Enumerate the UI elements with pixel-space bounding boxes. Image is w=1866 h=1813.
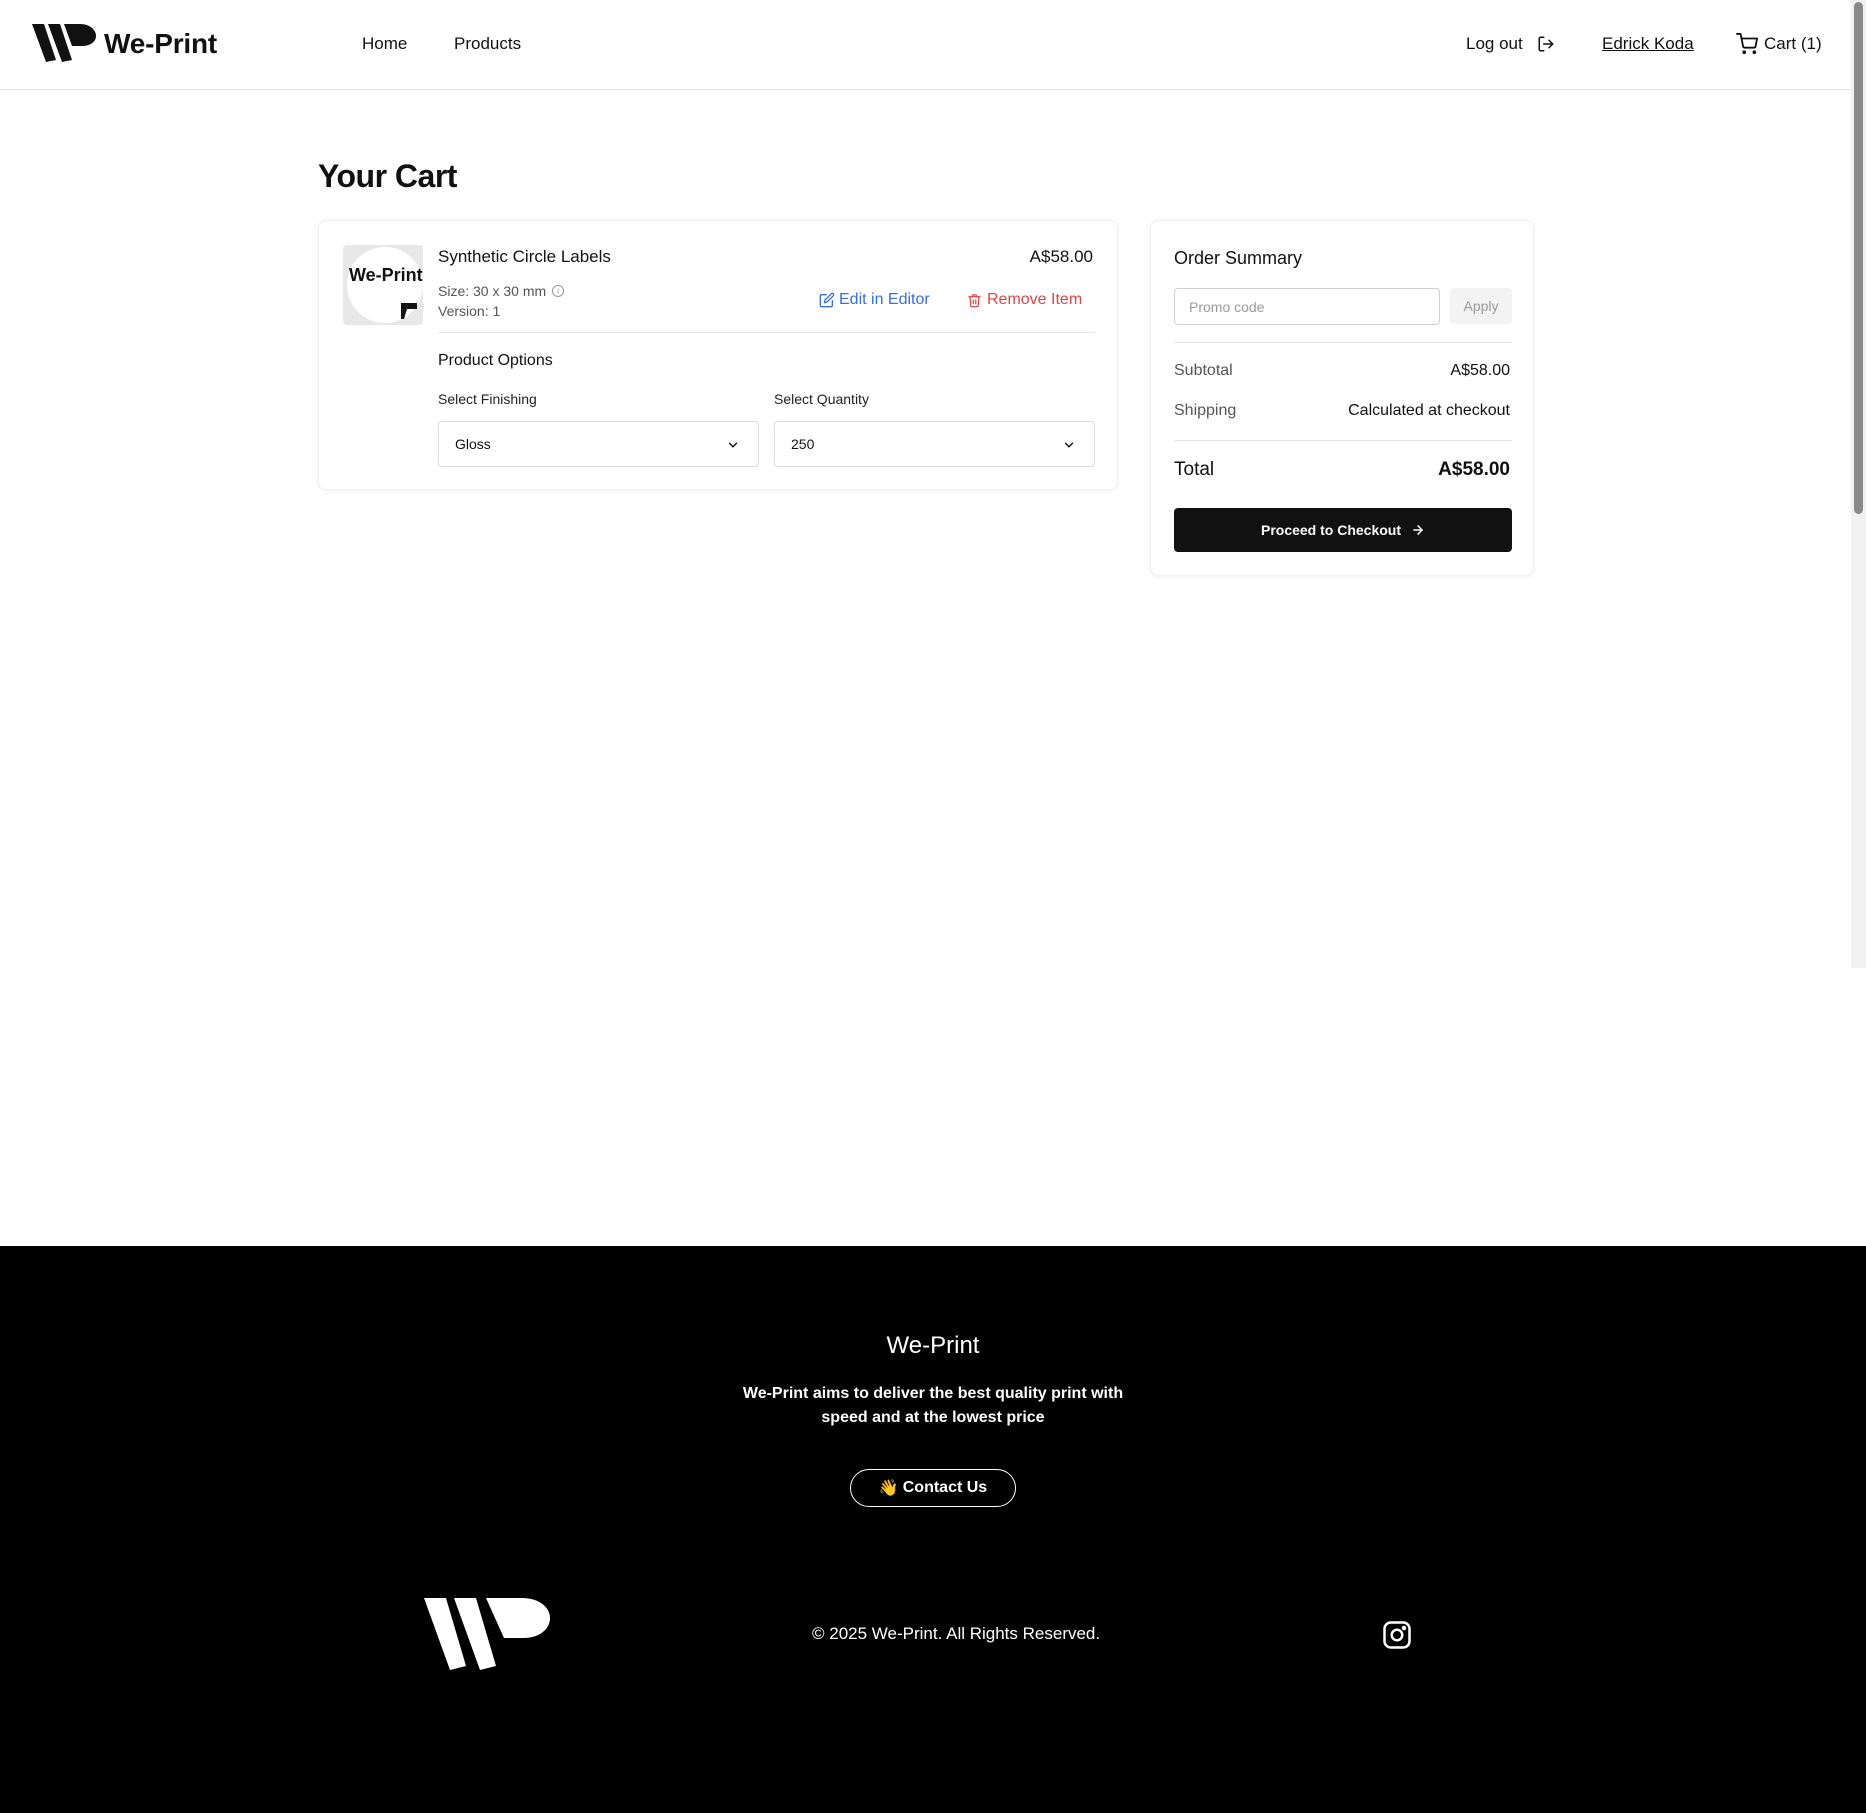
site-header: We-Print Home Products Log out Edrick Ko…: [0, 0, 1851, 90]
product-price: A$58.00: [1029, 247, 1093, 266]
product-options-heading: Product Options: [438, 352, 553, 369]
edit-icon: [819, 292, 835, 308]
remove-item-button[interactable]: Remove Item: [967, 291, 1082, 309]
proceed-to-checkout-button[interactable]: Proceed to Checkout: [1174, 508, 1512, 552]
product-name: Synthetic Circle Labels: [438, 247, 611, 266]
subtotal-label: Subtotal: [1174, 362, 1233, 379]
waving-hand-icon: 👋: [878, 1480, 899, 1497]
finishing-selected-value: Gloss: [455, 436, 491, 452]
quantity-selected-value: 250: [791, 436, 815, 452]
checkout-label: Proceed to Checkout: [1260, 522, 1402, 538]
divider: [1174, 440, 1512, 441]
user-profile-link[interactable]: Edrick Koda: [1602, 34, 1694, 54]
edit-in-editor-button[interactable]: Edit in Editor: [819, 291, 930, 309]
cart-item-card: We-Print Synthetic Circle Labels A$58.00…: [318, 220, 1118, 490]
finishing-select[interactable]: Gloss: [438, 421, 759, 467]
quantity-select[interactable]: 250: [774, 421, 1095, 467]
promo-code-input[interactable]: [1174, 288, 1440, 325]
product-size: Size: 30 x 30 mm i: [438, 283, 565, 299]
order-summary-heading: Order Summary: [1174, 248, 1303, 268]
copyright-text: © 2025 We-Print. All Rights Reserved.: [812, 1624, 1101, 1643]
edit-label: Edit in Editor: [839, 291, 930, 308]
finishing-label: Select Finishing: [438, 391, 537, 407]
nav-home-link[interactable]: Home: [362, 34, 407, 54]
contact-us-button[interactable]: 👋 Contact Us: [850, 1469, 1016, 1507]
remove-label: Remove Item: [987, 291, 1083, 308]
brand-name: We-Print: [104, 28, 217, 59]
info-icon[interactable]: i: [552, 285, 565, 297]
logout-label: Log out: [1466, 34, 1523, 53]
cart-link[interactable]: Cart (1): [1736, 33, 1822, 55]
site-footer: We-Print We-Print aims to deliver the be…: [0, 1246, 1866, 1813]
we-print-logo-icon: [424, 1598, 550, 1670]
logout-button[interactable]: Log out: [1466, 34, 1555, 54]
mini-logo-icon: [401, 303, 417, 319]
product-version: Version: 1: [438, 303, 501, 319]
vertical-scrollbar[interactable]: [1851, 0, 1866, 968]
total-value: A$58.00: [1438, 459, 1510, 480]
shipping-value: Calculated at checkout: [1348, 402, 1510, 419]
thumbnail-text: We-Print: [349, 265, 423, 285]
total-label: Total: [1174, 459, 1215, 480]
scrollbar-thumb[interactable]: [1854, 2, 1863, 514]
brand-home-link[interactable]: We-Print: [32, 24, 217, 64]
subtotal-value: A$58.00: [1450, 362, 1510, 379]
we-print-logo-icon: [32, 24, 96, 62]
quantity-label: Select Quantity: [774, 391, 869, 407]
log-out-icon: [1538, 36, 1554, 52]
footer-tagline: We-Print aims to deliver the best qualit…: [742, 1385, 1124, 1426]
shopping-cart-icon: [1736, 33, 1758, 55]
footer-brand: We-Print: [886, 1332, 980, 1359]
instagram-icon[interactable]: [1382, 1620, 1412, 1650]
chevron-down-icon: [728, 442, 738, 448]
cart-label: Cart (1): [1764, 34, 1822, 53]
apply-promo-button[interactable]: Apply: [1450, 288, 1512, 324]
product-thumbnail: We-Print: [343, 245, 423, 325]
page-title: Your Cart: [318, 158, 457, 194]
order-summary-card: Order Summary Apply Subtotal A$58.00 Shi…: [1150, 220, 1534, 576]
product-size-text: Size: 30 x 30 mm: [438, 283, 547, 299]
nav-products-link[interactable]: Products: [454, 34, 521, 54]
chevron-down-icon: [1064, 442, 1074, 448]
shipping-label: Shipping: [1174, 402, 1237, 419]
contact-label: Contact Us: [902, 1479, 988, 1496]
trash-icon: [968, 293, 981, 307]
divider: [438, 332, 1095, 333]
arrow-right-icon: [1413, 525, 1423, 535]
divider: [1174, 342, 1512, 343]
